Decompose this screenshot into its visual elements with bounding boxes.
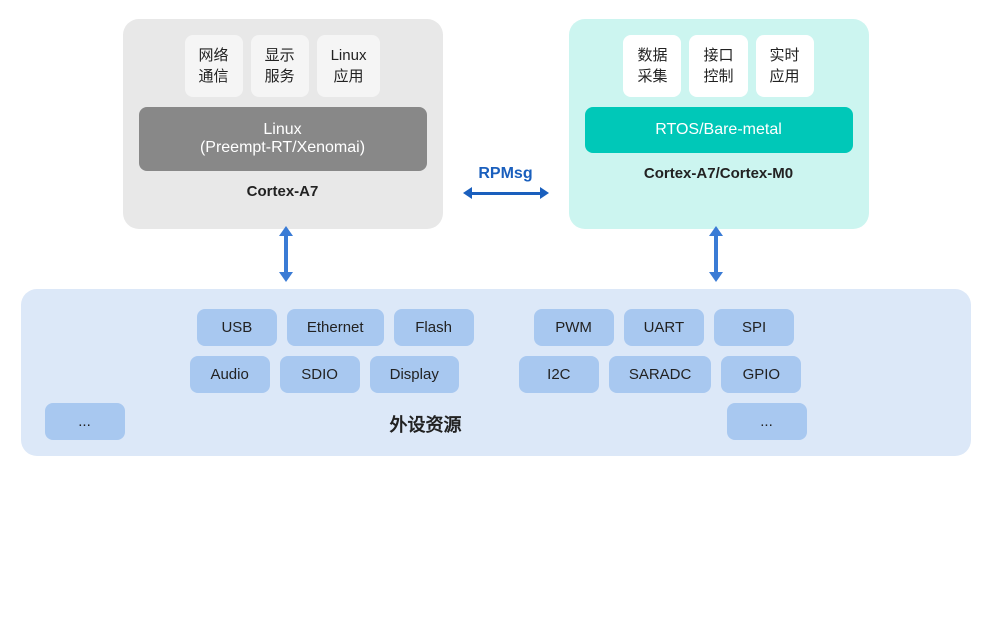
- rtos-processor-box: 数据 采集 接口 控制 实时 应用 RTOS/Bare-metal Cortex…: [569, 19, 869, 229]
- rtos-label: Cortex-A7/Cortex-M0: [644, 165, 793, 182]
- row-gap-2: [469, 356, 509, 393]
- peripheral-sdio: SDIO: [280, 356, 360, 393]
- arrow-right-head: [540, 187, 549, 199]
- right-arrow-container: [566, 229, 866, 279]
- rtos-apps-row: 数据 采集 接口 控制 实时 应用: [623, 35, 813, 97]
- app-chip-realtime: 实时 应用: [756, 35, 814, 97]
- rpmsg-label: RPMsg: [478, 165, 532, 183]
- linux-apps-row: 网络 通信 显示 服务 Linux 应用: [185, 35, 381, 97]
- peripheral-uart: UART: [624, 309, 705, 346]
- app-chip-linux-app: Linux 应用: [317, 35, 381, 97]
- peripheral-i2c: I2C: [519, 356, 599, 393]
- peripheral-label-container: 外设资源: [135, 407, 717, 437]
- peripheral-pwm: PWM: [534, 309, 614, 346]
- peripheral-flash: Flash: [394, 309, 474, 346]
- peripheral-gpio: GPIO: [721, 356, 801, 393]
- rtos-os-block: RTOS/Bare-metal: [585, 107, 853, 153]
- peripheral-audio: Audio: [190, 356, 270, 393]
- peripheral-usb: USB: [197, 309, 277, 346]
- row-gap-1: [484, 309, 524, 346]
- peripheral-dots-left: ...: [45, 403, 125, 440]
- rtos-column: 数据 采集 接口 控制 实时 应用 RTOS/Bare-metal Cortex…: [569, 19, 869, 229]
- peripheral-spi: SPI: [714, 309, 794, 346]
- architecture-diagram: 网络 通信 显示 服务 Linux 应用 Linux(Preempt-RT/Xe…: [21, 19, 971, 599]
- rpmsg-connector: RPMsg: [443, 165, 569, 229]
- linux-os-block: Linux(Preempt-RT/Xenomai): [139, 107, 427, 171]
- app-chip-display: 显示 服务: [251, 35, 309, 97]
- peripheral-dots-right: ...: [727, 403, 807, 440]
- peripheral-box: USB Ethernet Flash PWM UART SPI Audio SD…: [21, 289, 971, 456]
- left-double-arrow: [284, 234, 288, 274]
- left-arrow-container: [126, 229, 446, 279]
- peripheral-saradc: SARADC: [609, 356, 712, 393]
- app-chip-data: 数据 采集: [623, 35, 681, 97]
- rpmsg-arrow: [463, 187, 549, 199]
- linux-label: Cortex-A7: [247, 183, 319, 200]
- peripheral-section-label: 外设资源: [390, 411, 462, 437]
- right-double-arrow: [714, 234, 718, 274]
- peripheral-row-2: Audio SDIO Display I2C SARADC GPIO: [45, 356, 947, 393]
- middle-spacer: [446, 229, 566, 279]
- peripheral-row-1: USB Ethernet Flash PWM UART SPI: [45, 309, 947, 346]
- app-chip-interface: 接口 控制: [689, 35, 747, 97]
- peripheral-ethernet: Ethernet: [287, 309, 384, 346]
- app-chip-network: 网络 通信: [185, 35, 243, 97]
- linux-column: 网络 通信 显示 服务 Linux 应用 Linux(Preempt-RT/Xe…: [123, 19, 443, 229]
- peripheral-display: Display: [370, 356, 459, 393]
- linux-processor-box: 网络 通信 显示 服务 Linux 应用 Linux(Preempt-RT/Xe…: [123, 19, 443, 229]
- arrow-line: [471, 192, 541, 195]
- peripheral-row-3: ... 外设资源 ...: [45, 403, 947, 440]
- arrows-row: [21, 229, 971, 279]
